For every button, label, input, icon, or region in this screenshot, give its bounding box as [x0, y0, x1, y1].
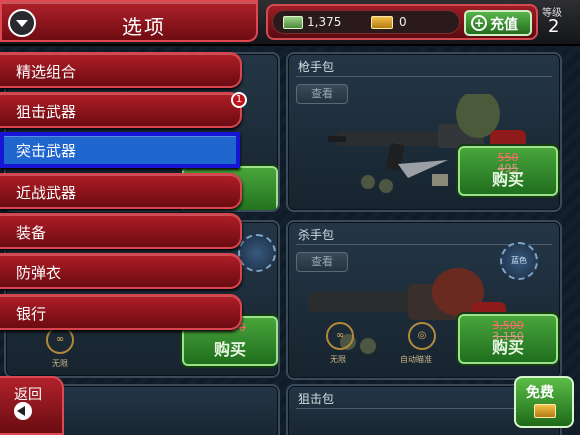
- title-bar: 选项: [0, 0, 258, 42]
- menu-item-equipment[interactable]: 装备: [0, 213, 242, 249]
- store-card-gunner-pack[interactable]: 枪手包 查看 550 495 购买: [286, 52, 562, 212]
- top-bar: 选项 1,375 0 + 充值 等级 2: [0, 0, 580, 46]
- back-button[interactable]: 返回: [0, 376, 64, 435]
- notification-badge: 1: [231, 92, 247, 108]
- menu-item-label: 精选组合: [16, 63, 77, 81]
- ticket-icon: [534, 404, 556, 418]
- medal-icon: [238, 234, 276, 272]
- menu-item-bank[interactable]: 银行: [0, 294, 242, 330]
- resource-bar: 1,375 0 + 充值: [266, 4, 538, 40]
- card-title: 狙击包: [298, 392, 335, 406]
- menu-item-label: 突击武器: [16, 142, 77, 160]
- menu-item-sniper-weapons[interactable]: 狙击武器: [0, 92, 242, 128]
- level-value: 2: [548, 16, 560, 37]
- recharge-button[interactable]: + 充值: [464, 10, 532, 36]
- menu-item-label: 狙击武器: [16, 103, 77, 121]
- menu-item-assault-weapons[interactable]: 突击武器: [0, 132, 240, 168]
- currency-display: 1,375 0: [272, 10, 460, 34]
- plus-icon: +: [471, 15, 487, 31]
- ticket-icon: [371, 16, 393, 29]
- page-title: 选项: [122, 15, 166, 39]
- cash-amount: 1,375: [307, 15, 342, 29]
- perk-unlimited-icon: ∞: [326, 322, 354, 350]
- menu-item-label: 银行: [16, 305, 47, 323]
- menu-item-label: 防弹衣: [16, 264, 62, 282]
- card-title: 枪手包: [298, 60, 335, 74]
- menu-item-label: 近战武器: [16, 184, 77, 202]
- card-divider: [296, 76, 552, 77]
- cash-icon: [283, 16, 303, 29]
- perk-label-auto-aim: 自动瞄准: [400, 355, 432, 364]
- card-title: 杀手包: [298, 228, 335, 242]
- menu-item-featured-bundles[interactable]: 精选组合: [0, 52, 242, 88]
- buy-button-killer-pack[interactable]: 3,500 3,150 购买: [458, 314, 558, 364]
- menu-item-melee-weapons[interactable]: 近战武器: [0, 173, 242, 209]
- perk-unlimited-icon: ∞: [46, 326, 74, 354]
- menu-item-label: 装备: [16, 224, 47, 242]
- free-label: 免费: [526, 385, 554, 401]
- chevron-down-icon: [16, 20, 28, 27]
- perk-label-unlimited: 无限: [52, 359, 68, 368]
- store-card-killer-pack[interactable]: 杀手包 查看 蓝色 ∞ 无限 ◎ 自动瞄准 3,500 3,150 购买: [286, 220, 562, 380]
- buy-label: 购买: [491, 170, 524, 189]
- ticket-amount: 0: [399, 15, 407, 29]
- back-arrow-icon: [14, 402, 32, 420]
- perk-auto-aim-icon: ◎: [408, 322, 436, 350]
- perk-label-unlimited: 无限: [330, 355, 346, 364]
- back-label: 返回: [14, 387, 42, 403]
- menu-item-body-armor[interactable]: 防弹衣: [0, 253, 242, 289]
- buy-label: 购买: [213, 340, 246, 359]
- buy-button-gunner-pack[interactable]: 550 495 购买: [458, 146, 558, 196]
- buy-label: 购买: [491, 338, 524, 357]
- free-button[interactable]: 免费: [514, 376, 574, 428]
- recharge-label: 充值: [490, 17, 518, 33]
- menu-toggle-button[interactable]: [8, 9, 36, 37]
